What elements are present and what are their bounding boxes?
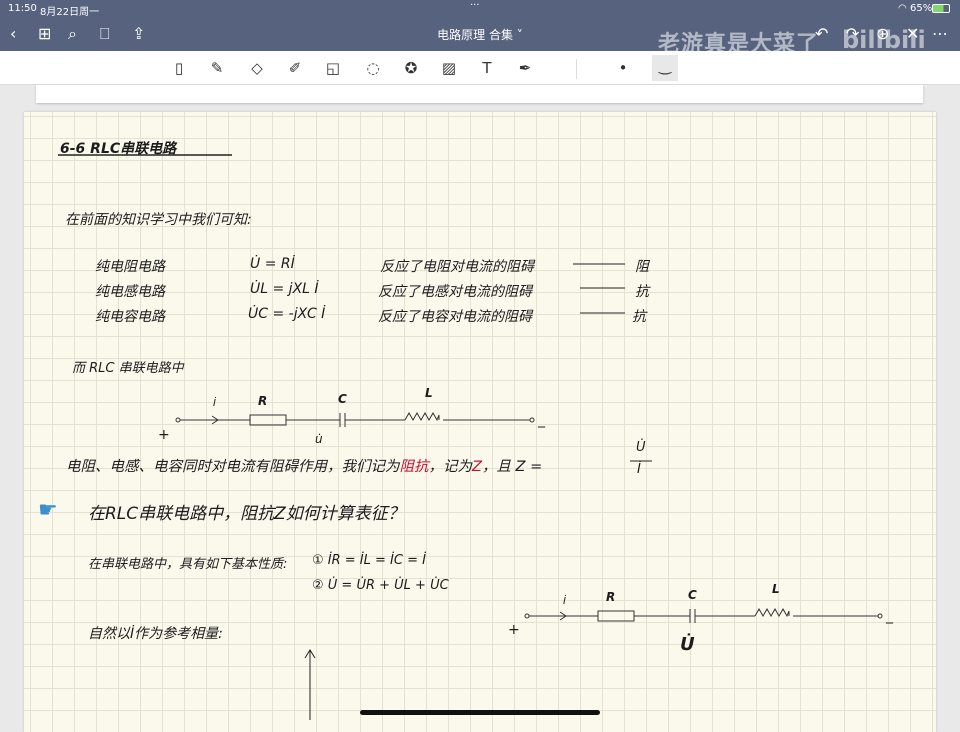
impedance-symbol: Z xyxy=(472,459,482,475)
inductor-label: L xyxy=(425,386,433,400)
fraction-numerator: U̇ xyxy=(636,440,646,455)
inductor-label-2: L xyxy=(772,582,780,596)
row2-circuit: 纯电感电路 xyxy=(95,284,165,300)
row3-term: 抗 xyxy=(632,309,646,325)
row3-desc: 反应了电容对电流的阻碍 xyxy=(378,309,532,325)
fraction-denominator: İ xyxy=(637,462,641,477)
row2-eq: U̇L = jXL İ xyxy=(250,281,319,297)
home-indicator[interactable] xyxy=(360,710,600,715)
circuit-diagram-2 xyxy=(524,607,883,623)
capacitor-label-2: C xyxy=(688,588,697,602)
sentence-part: 电阻、电感、电容同时对电流有阻碍作用，我们记为 xyxy=(66,459,400,475)
sentence-part: ，记为 xyxy=(428,459,473,475)
row3-circuit: 纯电容电路 xyxy=(95,309,165,325)
rlc-intro: 而 RLC 串联电路中 xyxy=(72,361,184,376)
plus-terminal: + xyxy=(158,427,170,443)
row3-eq: U̇C = -jXC İ xyxy=(248,306,326,322)
question-heading: 在RLC串联电路中，阻抗Z如何计算表征？ xyxy=(88,504,405,524)
minus-terminal-2: _ xyxy=(886,608,893,624)
voltage-label-2: U̇ xyxy=(680,634,695,655)
phasor-axis xyxy=(304,649,316,720)
resistor-label-2: R xyxy=(606,590,616,604)
properties-label: 在串联电路中，具有如下基本性质: xyxy=(88,557,288,572)
row2-term: 抗 xyxy=(635,284,649,300)
minus-terminal: _ xyxy=(538,412,545,428)
circuit-diagram-1 xyxy=(175,411,535,427)
capacitor-label: C xyxy=(338,392,347,406)
impedance-term: 阻抗 xyxy=(399,459,429,475)
property-2: ② U̇ = U̇R + U̇L + U̇C xyxy=(312,578,449,593)
voltage-label: u̇ xyxy=(315,432,323,446)
current-label: İ xyxy=(213,398,216,409)
dash-lines xyxy=(573,263,625,314)
sentence-part: ，且 Z = xyxy=(481,459,543,475)
section-title: 6-6 RLC串联电路 xyxy=(60,141,177,157)
intro-text: 在前面的知识学习中我们可知: xyxy=(65,212,252,228)
row1-desc: 反应了电阻对电流的阻碍 xyxy=(380,259,534,275)
row1-eq: U̇ = Rİ xyxy=(250,256,295,272)
resistor-label: R xyxy=(258,394,268,408)
impedance-sentence: 电阻、电感、电容同时对电流有阻碍作用，我们记为阻抗，记为Z，且 Z = xyxy=(66,455,542,476)
reference-phasor-text: 自然以İ作为参考相量: xyxy=(88,626,223,642)
plus-terminal-2: + xyxy=(508,622,520,638)
row1-term: 阻 xyxy=(635,259,649,275)
current-label-2: İ xyxy=(563,596,566,607)
property-1: ① İR = İL = İC = İ xyxy=(312,553,426,568)
pointing-hand-icon: ☛ xyxy=(38,498,58,523)
row2-desc: 反应了电感对电流的阻碍 xyxy=(378,284,532,300)
row1-circuit: 纯电阻电路 xyxy=(95,259,165,275)
